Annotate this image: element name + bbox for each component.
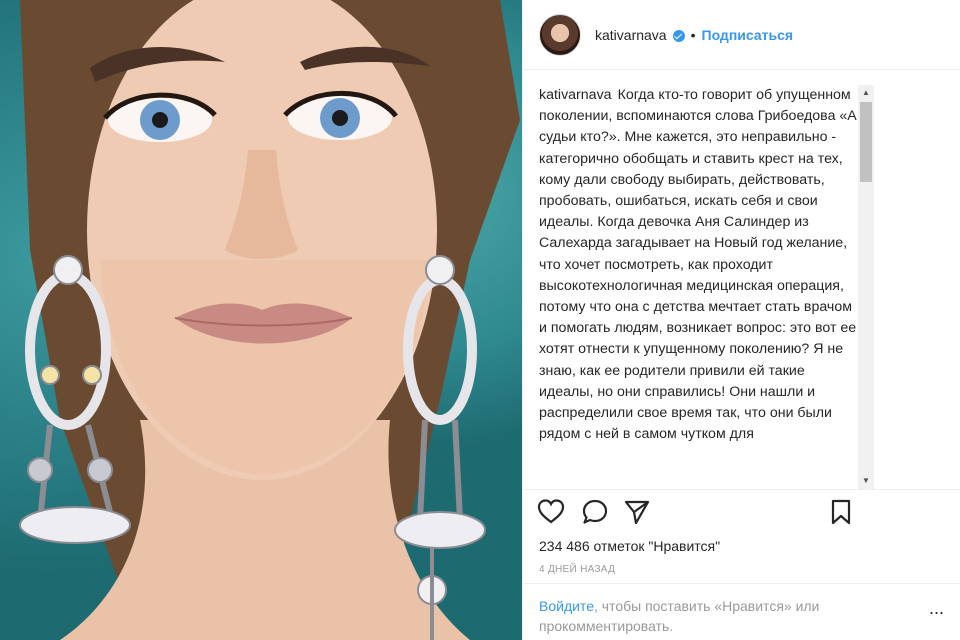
share-icon[interactable] — [623, 498, 651, 526]
heart-icon[interactable] — [537, 498, 565, 526]
bookmark-icon[interactable] — [827, 498, 855, 526]
action-bar — [523, 489, 960, 525]
login-link[interactable]: Войдите — [539, 598, 594, 614]
likes-count[interactable]: 234 486 отметок "Нравится" — [539, 538, 720, 554]
comment-icon[interactable] — [581, 498, 609, 526]
post-sidebar: kativarnava • Подписаться kativarnava Ког… — [522, 0, 960, 640]
caption-scrollbar[interactable]: ▲ ▼ — [858, 85, 874, 489]
avatar[interactable] — [539, 13, 581, 56]
post-timestamp[interactable]: 4 ДНЕЙ НАЗАД — [539, 564, 615, 575]
verified-badge-icon — [672, 29, 685, 42]
caption: kativarnava Когда кто-то говорит об упуще… — [539, 85, 861, 445]
post-photo[interactable] — [0, 0, 522, 640]
separator-dot: • — [690, 26, 696, 43]
portrait-illustration — [19, 0, 520, 640]
caption-text: Когда кто-то говорит об упущенном поколе… — [539, 87, 857, 443]
caption-container[interactable]: kativarnava Когда кто-то говорит об упуще… — [523, 71, 960, 488]
scroll-up-arrow-icon[interactable]: ▲ — [858, 85, 874, 101]
follow-button[interactable]: Подписаться — [702, 27, 794, 43]
scroll-thumb[interactable] — [860, 102, 872, 182]
scroll-down-arrow-icon[interactable]: ▼ — [858, 473, 874, 489]
more-options-icon[interactable]: ... — [929, 598, 944, 619]
username[interactable]: kativarnava — [595, 27, 667, 43]
post-header: kativarnava • Подписаться — [523, 0, 960, 70]
caption-username[interactable]: kativarnava — [539, 87, 612, 103]
login-prompt: Войдите, чтобы поставить «Нравится» или … — [523, 583, 960, 640]
